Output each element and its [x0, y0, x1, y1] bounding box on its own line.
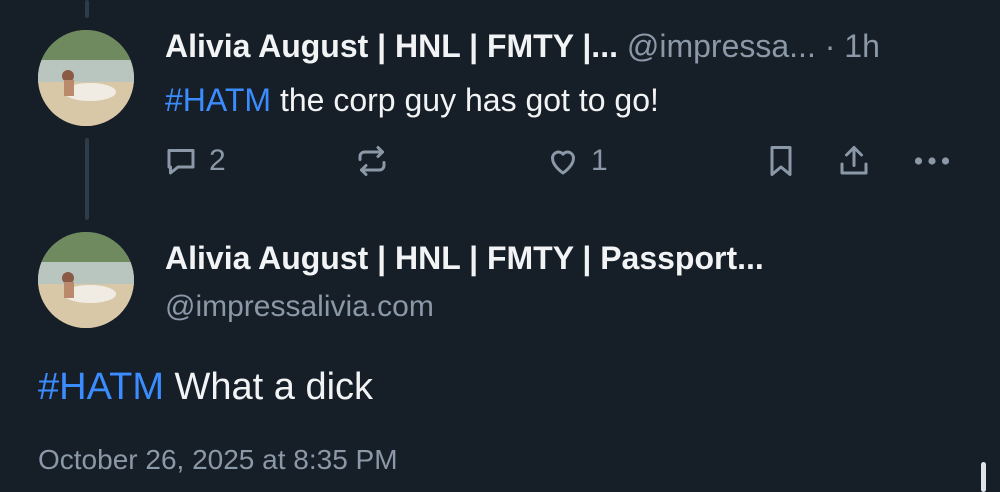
reply-time[interactable]: 1h — [844, 28, 880, 64]
reply-count: 2 — [209, 144, 226, 177]
avatar-main-image — [38, 232, 134, 328]
reply-hashtag[interactable]: #HATM — [165, 82, 271, 118]
reply-author[interactable]: Alivia August | HNL | FMTY |... @impress… — [165, 28, 880, 65]
main-author-name[interactable]: Alivia August | HNL | FMTY | Passport... — [165, 240, 764, 277]
avatar[interactable] — [38, 30, 134, 126]
like-icon — [551, 150, 575, 175]
main-handle[interactable]: @impressalivia.com — [165, 290, 434, 324]
reply-text: #HATM the corp guy has got to go! — [165, 82, 659, 119]
avatar-image — [38, 30, 134, 126]
scrollbar-thumb[interactable] — [981, 462, 986, 492]
share-icon — [840, 146, 868, 175]
reply-author-name[interactable]: Alivia August | HNL | FMTY |... — [165, 28, 618, 64]
more-button[interactable] — [912, 143, 952, 179]
share-button[interactable] — [836, 143, 872, 179]
post-timestamp: October 26, 2025 at 8:35 PM — [38, 444, 398, 475]
reply-separator: · — [824, 28, 836, 64]
thread-line-connector — [85, 138, 89, 220]
bookmark-icon — [770, 146, 792, 176]
reply-body: the corp guy has got to go! — [271, 82, 659, 118]
avatar-main[interactable] — [38, 232, 134, 328]
repost-button[interactable] — [354, 143, 390, 179]
reply-icon — [167, 149, 195, 175]
main-post-text: #HATM What a dick — [38, 366, 373, 409]
main-body: What a dick — [163, 366, 374, 408]
reply-handle[interactable]: @impressa... — [627, 28, 816, 64]
repost-icon — [358, 146, 386, 176]
main-hashtag[interactable]: #HATM — [38, 366, 164, 408]
thread-line-top — [85, 0, 89, 18]
like-count: 1 — [591, 144, 608, 177]
bookmark-button[interactable] — [763, 143, 799, 179]
like-button[interactable]: 1 — [545, 143, 608, 179]
reply-button[interactable]: 2 — [163, 143, 226, 179]
more-icon — [914, 157, 950, 165]
